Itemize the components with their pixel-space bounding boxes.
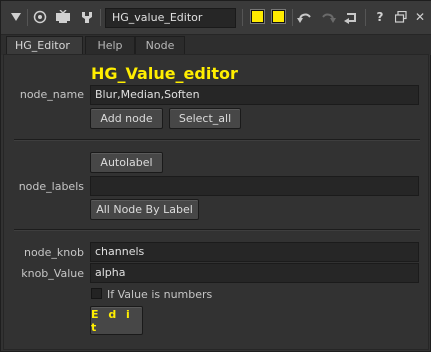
if-numbers-label: If Value is numbers: [107, 288, 213, 301]
knob-value-label: knob_Value: [21, 267, 84, 280]
knob-value-input[interactable]: alpha: [90, 263, 419, 283]
edit-button[interactable]: E d i t: [90, 306, 143, 335]
node-labels-input[interactable]: [90, 176, 419, 196]
if-numbers-checkbox[interactable]: [91, 288, 102, 299]
color-swatch-1[interactable]: [250, 9, 265, 24]
tab-content: HG_Value_editor node_name Blur,Median,So…: [3, 54, 429, 350]
wrench-icon[interactable]: [78, 8, 96, 26]
tab-hg-editor[interactable]: HG_Editor: [6, 36, 83, 55]
node-knob-label: node_knob: [23, 246, 84, 259]
divider: [14, 229, 420, 230]
circle-target-icon[interactable]: [31, 8, 49, 26]
question-icon[interactable]: ?: [371, 8, 389, 26]
divider: [14, 139, 420, 140]
title-separator: [292, 9, 293, 26]
title-separator: [242, 9, 243, 26]
editor-heading: HG_Value_editor: [91, 64, 238, 83]
tab-bar: HG_Editor Help Node: [1, 35, 431, 55]
float-window-icon[interactable]: [392, 8, 410, 26]
redo-icon[interactable]: [319, 8, 337, 26]
color-swatch-2[interactable]: [271, 9, 286, 24]
title-separator: [27, 9, 28, 26]
tab-node[interactable]: Node: [135, 36, 185, 55]
title-separator: [100, 9, 101, 26]
node-labels-label: node_labels: [18, 180, 84, 193]
node-name-field[interactable]: HG_value_Editor: [105, 8, 236, 28]
select-all-button[interactable]: Select_all: [169, 108, 241, 129]
close-icon[interactable]: ✕: [411, 8, 429, 26]
node-name-label: node_name: [19, 88, 84, 101]
add-node-button[interactable]: Add node: [90, 108, 163, 129]
triangle-down-icon[interactable]: [7, 8, 25, 26]
title-separator: [365, 9, 366, 26]
autolabel-button[interactable]: Autolabel: [90, 152, 163, 173]
tab-help[interactable]: Help: [85, 36, 135, 55]
undo-icon[interactable]: [296, 8, 314, 26]
all-node-by-label-button[interactable]: All Node By Label: [90, 199, 199, 220]
revert-icon[interactable]: [342, 8, 360, 26]
properties-panel: HG_value_Editor ? ✕ HG_Editor Help Node …: [0, 0, 431, 352]
node-name-input[interactable]: Blur,Median,Soften: [90, 85, 419, 105]
monitor-icon[interactable]: [54, 8, 72, 26]
title-bar: HG_value_Editor ? ✕: [1, 1, 431, 35]
node-knob-input[interactable]: channels: [90, 242, 419, 262]
